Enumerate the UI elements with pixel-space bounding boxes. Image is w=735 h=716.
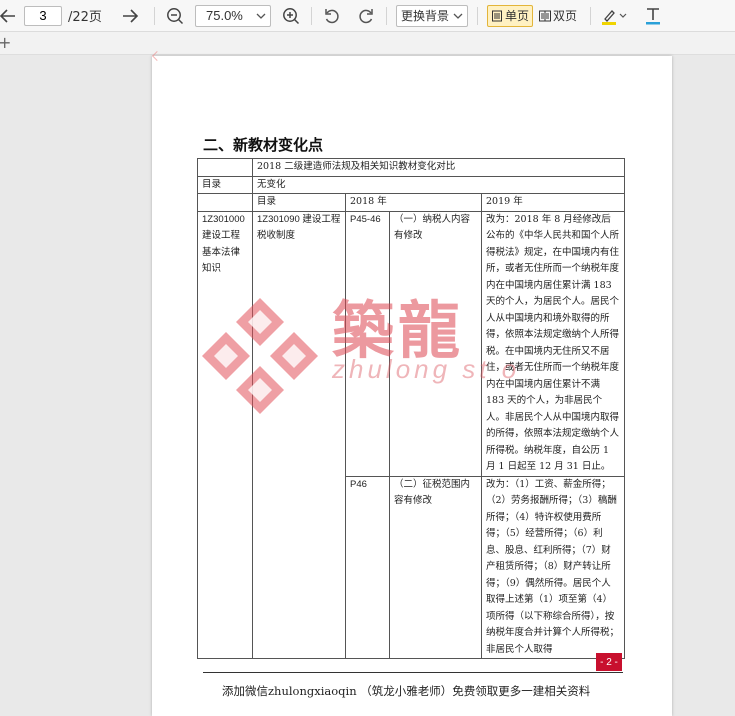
table-cell: 无变化 bbox=[251, 175, 626, 194]
table-cell bbox=[197, 193, 253, 212]
table-header-row: 目录 2018 年 2019 年 bbox=[197, 193, 626, 212]
section-cell: 1Z301090 建设工程税收制度 bbox=[252, 210, 346, 659]
page-cell: P46 bbox=[345, 475, 390, 659]
table-row: 1Z301000 建设工程基本法律知识 1Z301090 建设工程税收制度 P4… bbox=[197, 210, 626, 659]
separator bbox=[386, 6, 387, 25]
zoom-in-icon[interactable] bbox=[280, 5, 302, 27]
zoom-level-value: 75.0% bbox=[206, 8, 243, 23]
separator bbox=[590, 6, 592, 25]
text-tool-icon[interactable] bbox=[642, 5, 664, 27]
separator bbox=[154, 6, 155, 25]
comparison-table: 2018 二级建造师法规及相关知识教材变化对比 目录 无变化 目录 2018 年… bbox=[197, 158, 626, 659]
zoom-out-icon[interactable] bbox=[164, 5, 186, 27]
change-background-select[interactable]: 更换背景 bbox=[396, 4, 469, 27]
toolbar: /22页 75.0% 更换背景 单页 双页 bbox=[0, 0, 735, 32]
page-cell: P45-46 bbox=[345, 210, 390, 477]
change-background-label: 更换背景 bbox=[401, 9, 450, 23]
table-row: 2018 二级建造师法规及相关知识教材变化对比 bbox=[197, 158, 626, 177]
page-number-input[interactable] bbox=[24, 5, 62, 26]
rotate-left-icon[interactable] bbox=[321, 5, 343, 27]
table-caption: 2018 二级建造师法规及相关知识教材变化对比 bbox=[251, 158, 626, 177]
zoom-level-select[interactable]: 75.0% bbox=[195, 4, 271, 27]
double-page-button[interactable]: 双页 bbox=[535, 5, 581, 27]
footer-divider bbox=[203, 672, 623, 673]
page-total-label: /22页 bbox=[68, 10, 102, 25]
section-title: 二、新教材变化点 bbox=[203, 136, 324, 154]
change-cell: 改为：（1）工资、薪金所得；（2）劳务报酬所得；（3）稿酬所得；（4）特许权使用… bbox=[480, 475, 626, 659]
chapter-cell: 1Z301000 建设工程基本法律知识 bbox=[197, 210, 253, 659]
footer-text: 添加微信zhulongxiaoqin （筑龙小雅老师）免费领取更多一建相关资料 bbox=[222, 684, 591, 698]
chevron-down-icon bbox=[256, 13, 266, 19]
item-cell: （二）征税范围内容有修改 bbox=[389, 475, 482, 659]
single-page-label: 单页 bbox=[505, 9, 530, 23]
next-page-arrow-icon[interactable] bbox=[120, 5, 142, 27]
tab-strip: + bbox=[0, 32, 735, 55]
table-header: 2018 年 bbox=[345, 193, 482, 212]
rotate-right-icon[interactable] bbox=[355, 5, 377, 27]
table-row: 目录 无变化 bbox=[197, 175, 626, 194]
separator bbox=[311, 6, 312, 25]
page-number-badge: - 2 - bbox=[596, 653, 622, 671]
table-cell: 目录 bbox=[197, 175, 253, 194]
highlight-color-chevron-icon[interactable] bbox=[618, 5, 628, 27]
table-header: 2019 年 bbox=[480, 193, 626, 212]
separator bbox=[477, 6, 479, 25]
add-tab-button[interactable]: + bbox=[0, 33, 11, 52]
item-cell: （一）纳税人内容有修改 bbox=[389, 210, 482, 477]
highlighter-icon[interactable] bbox=[600, 5, 618, 27]
single-page-icon bbox=[492, 10, 503, 21]
table-cell bbox=[197, 158, 253, 177]
single-page-button[interactable]: 单页 bbox=[487, 4, 534, 27]
chevron-down-icon bbox=[453, 13, 463, 19]
previous-page-arrow-icon[interactable] bbox=[0, 5, 18, 27]
double-page-icon bbox=[539, 10, 552, 21]
change-cell: 改为：2018 年 8 月经修改后公布的《中华人民共和国个人所得税法》规定，在中… bbox=[480, 210, 626, 477]
double-page-label: 双页 bbox=[553, 9, 578, 23]
table-header: 目录 bbox=[252, 193, 346, 212]
document-page: 二、新教材变化点 2018 二级建造师法规及相关知识教材变化对比 目录 无变化 … bbox=[152, 51, 672, 716]
